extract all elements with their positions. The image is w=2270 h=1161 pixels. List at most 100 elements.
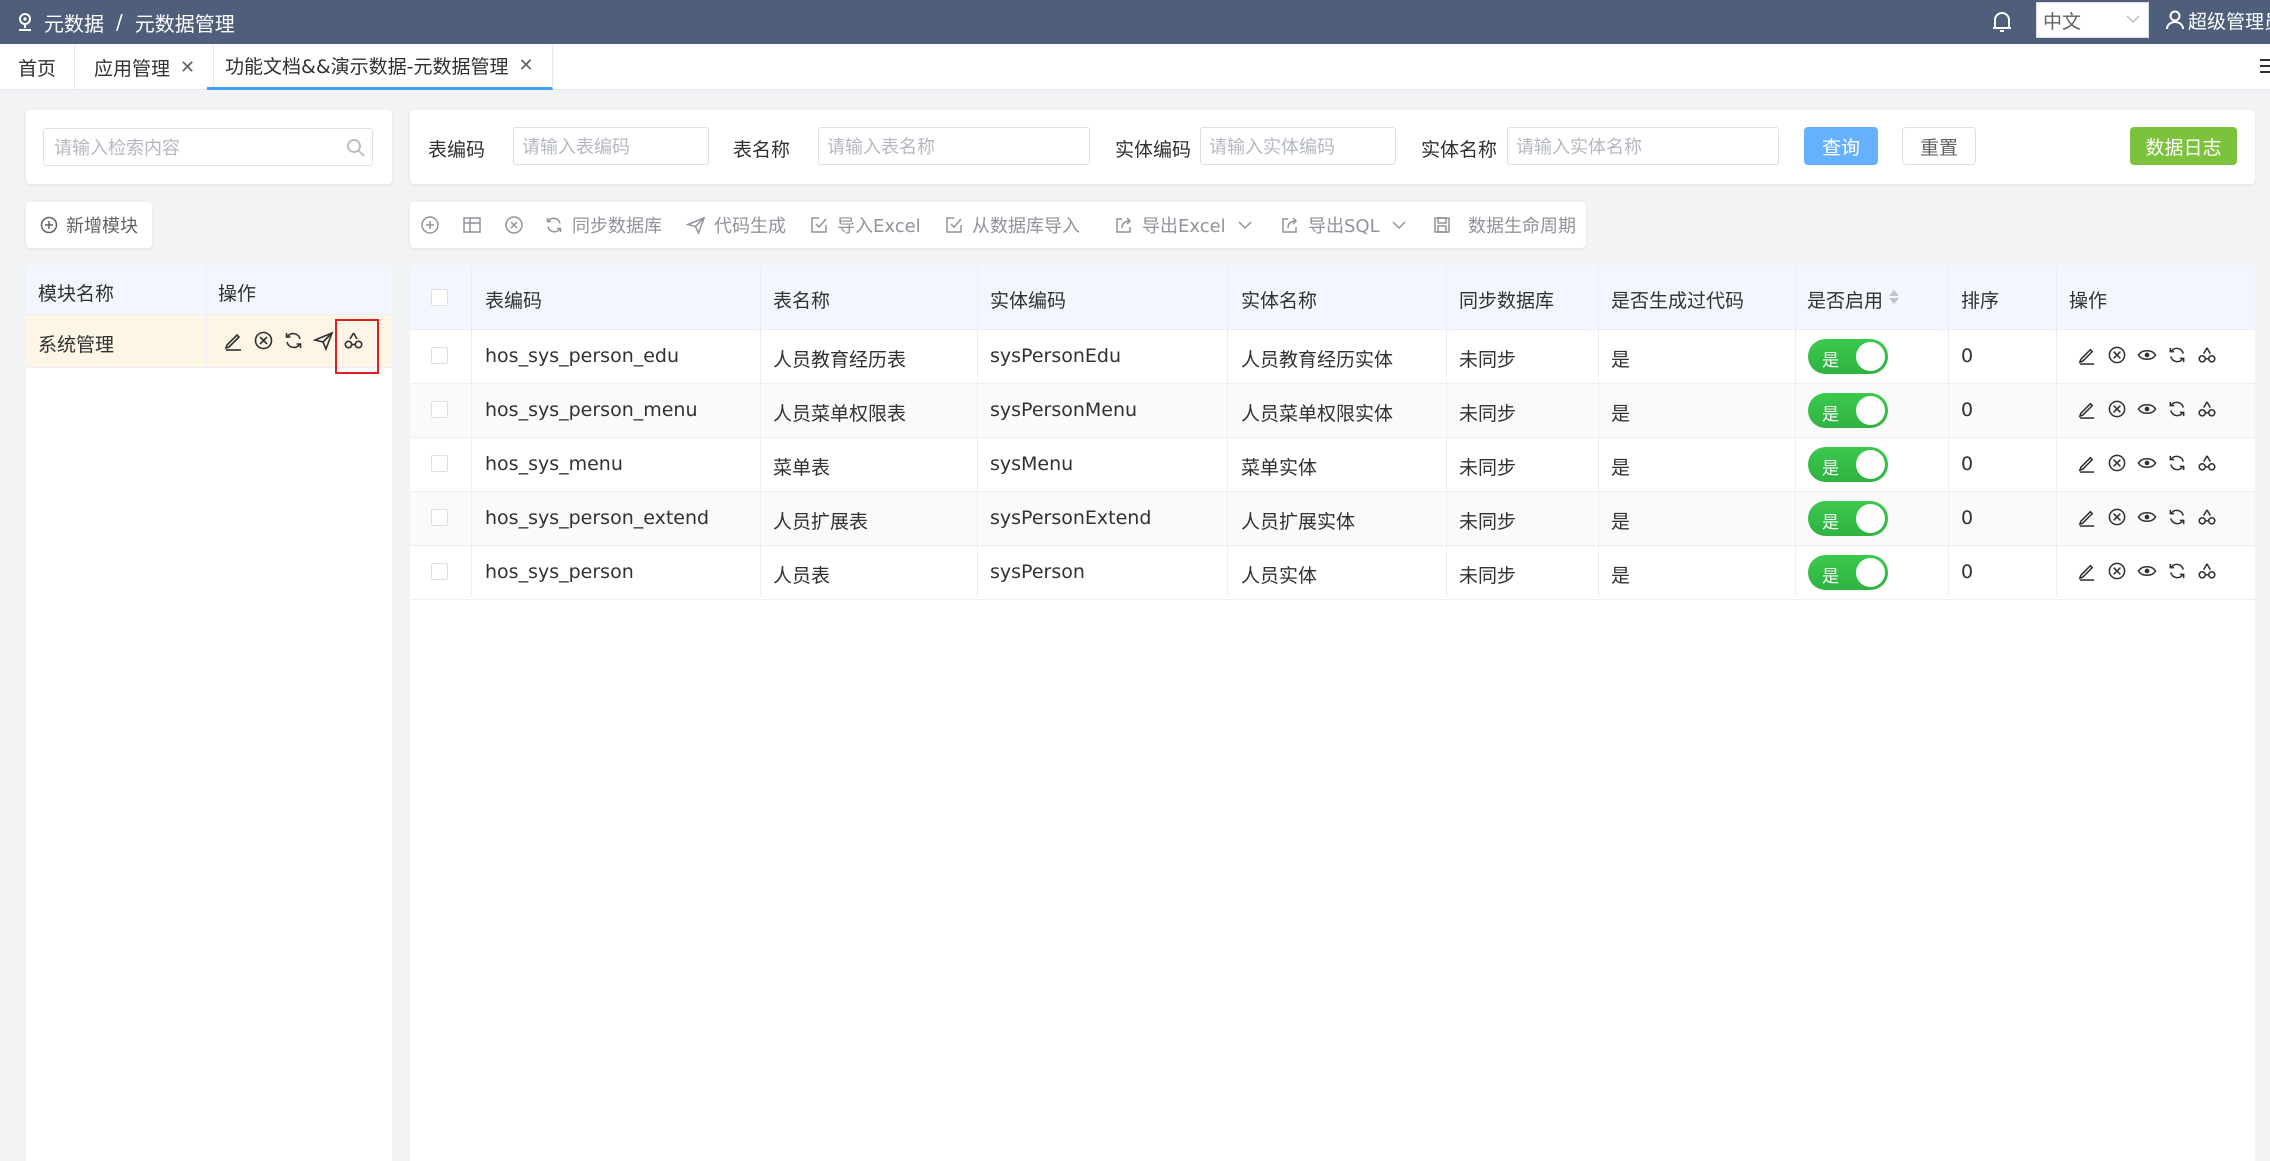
export-excel-dropdown[interactable]: 导出Excel — [1114, 202, 1252, 248]
user-menu[interactable]: 超级管理员 — [2166, 0, 2270, 40]
refresh-icon[interactable] — [2167, 345, 2187, 365]
eye-icon[interactable] — [2137, 561, 2157, 581]
cell-table-name: 人员扩展表 — [773, 511, 869, 533]
export-excel-label: 导出Excel — [1142, 216, 1226, 237]
table-row[interactable]: hos_sys_menu 菜单表 sysMenu 菜单实体 未同步 是 是 0 — [410, 438, 2255, 492]
highlight-box — [335, 319, 379, 374]
menu-icon[interactable] — [2258, 56, 2270, 76]
delete-circle-icon[interactable] — [2107, 399, 2127, 419]
row-checkbox[interactable] — [431, 509, 448, 526]
table-row[interactable]: hos_sys_person_extend 人员扩展表 sysPersonExt… — [410, 492, 2255, 546]
column-divider — [2056, 265, 2057, 597]
refresh-icon[interactable] — [283, 330, 304, 351]
refresh-icon[interactable] — [2167, 399, 2187, 419]
row-actions — [2077, 345, 2217, 365]
delete-circle-icon[interactable] — [2107, 453, 2127, 473]
export-sql-label: 导出SQL — [1308, 216, 1380, 237]
eye-icon[interactable] — [2137, 507, 2157, 527]
edit-icon[interactable] — [2077, 399, 2097, 419]
cell-table-name: 人员表 — [773, 565, 831, 587]
table-row[interactable]: hos_sys_person_menu 人员菜单权限表 sysPersonMen… — [410, 384, 2255, 438]
tab-metadata-management[interactable]: 功能文档&&演示数据-元数据管理 ✕ — [207, 44, 553, 90]
import-from-db-button[interactable]: 从数据库导入 — [944, 202, 1080, 248]
row-checkbox[interactable] — [431, 347, 448, 364]
edit-icon[interactable] — [2077, 453, 2097, 473]
close-icon[interactable]: ✕ — [180, 57, 195, 78]
row-checkbox[interactable] — [431, 563, 448, 580]
module-search-input[interactable]: 请输入检索内容 — [43, 128, 373, 166]
delete-circle-icon[interactable] — [253, 330, 274, 351]
send-icon — [686, 216, 706, 235]
table-name-input[interactable]: 请输入表名称 — [818, 127, 1090, 165]
batch-delete-button[interactable] — [504, 202, 532, 248]
edit-icon[interactable] — [2077, 561, 2097, 581]
enabled-toggle[interactable]: 是 — [1808, 501, 1888, 536]
toggle-knob — [1856, 342, 1885, 371]
refresh-icon[interactable] — [2167, 507, 2187, 527]
cell-table-code: hos_sys_person_edu — [485, 345, 680, 367]
refresh-icon[interactable] — [2167, 453, 2187, 473]
add-button[interactable] — [420, 202, 448, 248]
sync-db-button[interactable]: 同步数据库 — [544, 202, 662, 248]
search-icon[interactable] — [346, 138, 366, 158]
bell-icon[interactable] — [1991, 10, 2013, 34]
table-row[interactable]: hos_sys_person_edu 人员教育经历表 sysPersonEdu … — [410, 330, 2255, 384]
entity-code-input[interactable]: 请输入实体编码 — [1200, 127, 1396, 165]
tab-app-management[interactable]: 应用管理 ✕ — [76, 44, 215, 90]
eye-icon[interactable] — [2137, 399, 2157, 419]
table-row[interactable]: hos_sys_person 人员表 sysPerson 人员实体 未同步 是 … — [410, 546, 2255, 600]
recycle-icon[interactable] — [2197, 453, 2217, 473]
table-code-input[interactable]: 请输入表编码 — [513, 127, 709, 165]
export-sql-dropdown[interactable]: 导出SQL — [1280, 202, 1406, 248]
reset-button-label: 重置 — [1919, 136, 1958, 159]
column-header-sync-db: 同步数据库 — [1459, 290, 1555, 312]
column-divider — [1598, 265, 1599, 597]
import-excel-button[interactable]: 导入Excel — [809, 202, 921, 248]
column-header-enabled[interactable]: 是否启用 — [1807, 286, 1883, 313]
user-icon — [2166, 10, 2184, 30]
tab-label: 首页 — [18, 57, 57, 80]
recycle-icon[interactable] — [2197, 561, 2217, 581]
query-button[interactable]: 查询 — [1804, 127, 1878, 165]
table-code-placeholder: 请输入表编码 — [522, 137, 630, 158]
tab-home[interactable]: 首页 — [0, 44, 76, 90]
cell-sync-status: 未同步 — [1459, 349, 1517, 371]
top-bar: 元数据 / 元数据管理 中文 超级管理员 — [0, 0, 2270, 44]
language-select[interactable]: 中文 — [2036, 2, 2149, 38]
enabled-toggle[interactable]: 是 — [1808, 555, 1888, 590]
delete-circle-icon[interactable] — [2107, 561, 2127, 581]
eye-icon[interactable] — [2137, 345, 2157, 365]
code-gen-button[interactable]: 代码生成 — [686, 202, 786, 248]
reset-button[interactable]: 重置 — [1902, 127, 1976, 165]
enabled-toggle[interactable]: 是 — [1808, 447, 1888, 482]
data-log-button[interactable]: 数据日志 — [2130, 127, 2237, 165]
sort-icon[interactable] — [1888, 288, 1900, 306]
column-divider — [471, 265, 472, 597]
cell-sort: 0 — [1961, 561, 1974, 583]
delete-circle-icon[interactable] — [2107, 507, 2127, 527]
enabled-toggle[interactable]: 是 — [1808, 339, 1888, 374]
entity-name-input[interactable]: 请输入实体名称 — [1507, 127, 1779, 165]
enabled-toggle[interactable]: 是 — [1808, 393, 1888, 428]
batch-add-button[interactable] — [462, 202, 490, 248]
recycle-icon[interactable] — [2197, 345, 2217, 365]
edit-icon[interactable] — [2077, 507, 2097, 527]
language-select-value: 中文 — [2043, 10, 2082, 33]
delete-circle-icon[interactable] — [2107, 345, 2127, 365]
row-checkbox[interactable] — [431, 455, 448, 472]
close-icon[interactable]: ✕ — [519, 55, 534, 76]
refresh-icon[interactable] — [2167, 561, 2187, 581]
cell-sort: 0 — [1961, 399, 1974, 421]
send-icon[interactable] — [313, 330, 334, 351]
recycle-icon[interactable] — [2197, 399, 2217, 419]
data-lifecycle-button[interactable]: 数据生命周期 — [1432, 202, 1576, 248]
edit-icon[interactable] — [223, 330, 244, 351]
recycle-icon[interactable] — [2197, 507, 2217, 527]
cell-code-generated: 是 — [1611, 349, 1631, 371]
select-all-checkbox[interactable] — [431, 289, 448, 306]
edit-icon[interactable] — [2077, 345, 2097, 365]
eye-icon[interactable] — [2137, 453, 2157, 473]
row-checkbox[interactable] — [431, 401, 448, 418]
add-module-button[interactable]: 新增模块 — [26, 202, 152, 248]
breadcrumb-item-metadata[interactable]: 元数据 — [44, 8, 104, 37]
